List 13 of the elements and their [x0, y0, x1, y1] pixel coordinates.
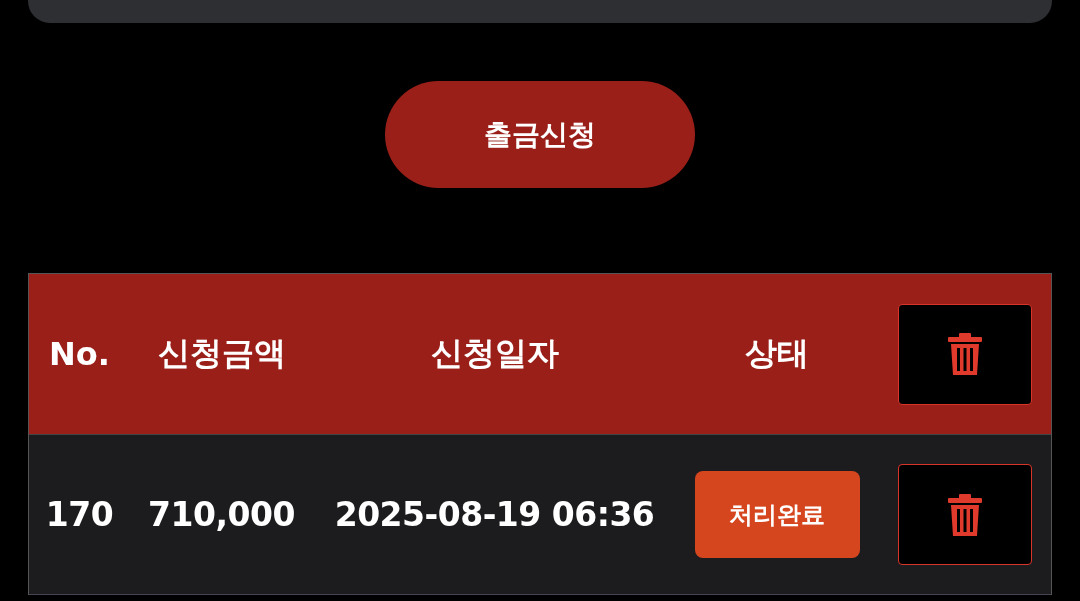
table-cell: 710,000: [148, 495, 295, 534]
column-header: 신청금액: [157, 333, 286, 374]
trash-icon: [947, 493, 982, 536]
column-header: No.: [49, 335, 110, 373]
table-cell: 170: [45, 495, 114, 534]
withdraw-request-button[interactable]: 출금신청: [385, 81, 695, 188]
trash-icon: [947, 333, 982, 375]
column-header: 신청일자: [430, 333, 559, 374]
table-cell: 2025-08-19 06:36: [334, 495, 655, 534]
delete-button[interactable]: [897, 464, 1032, 565]
delete-all-button[interactable]: [897, 303, 1032, 405]
status-badge: 처리완료: [694, 471, 860, 558]
column-header: 상태: [745, 333, 809, 374]
